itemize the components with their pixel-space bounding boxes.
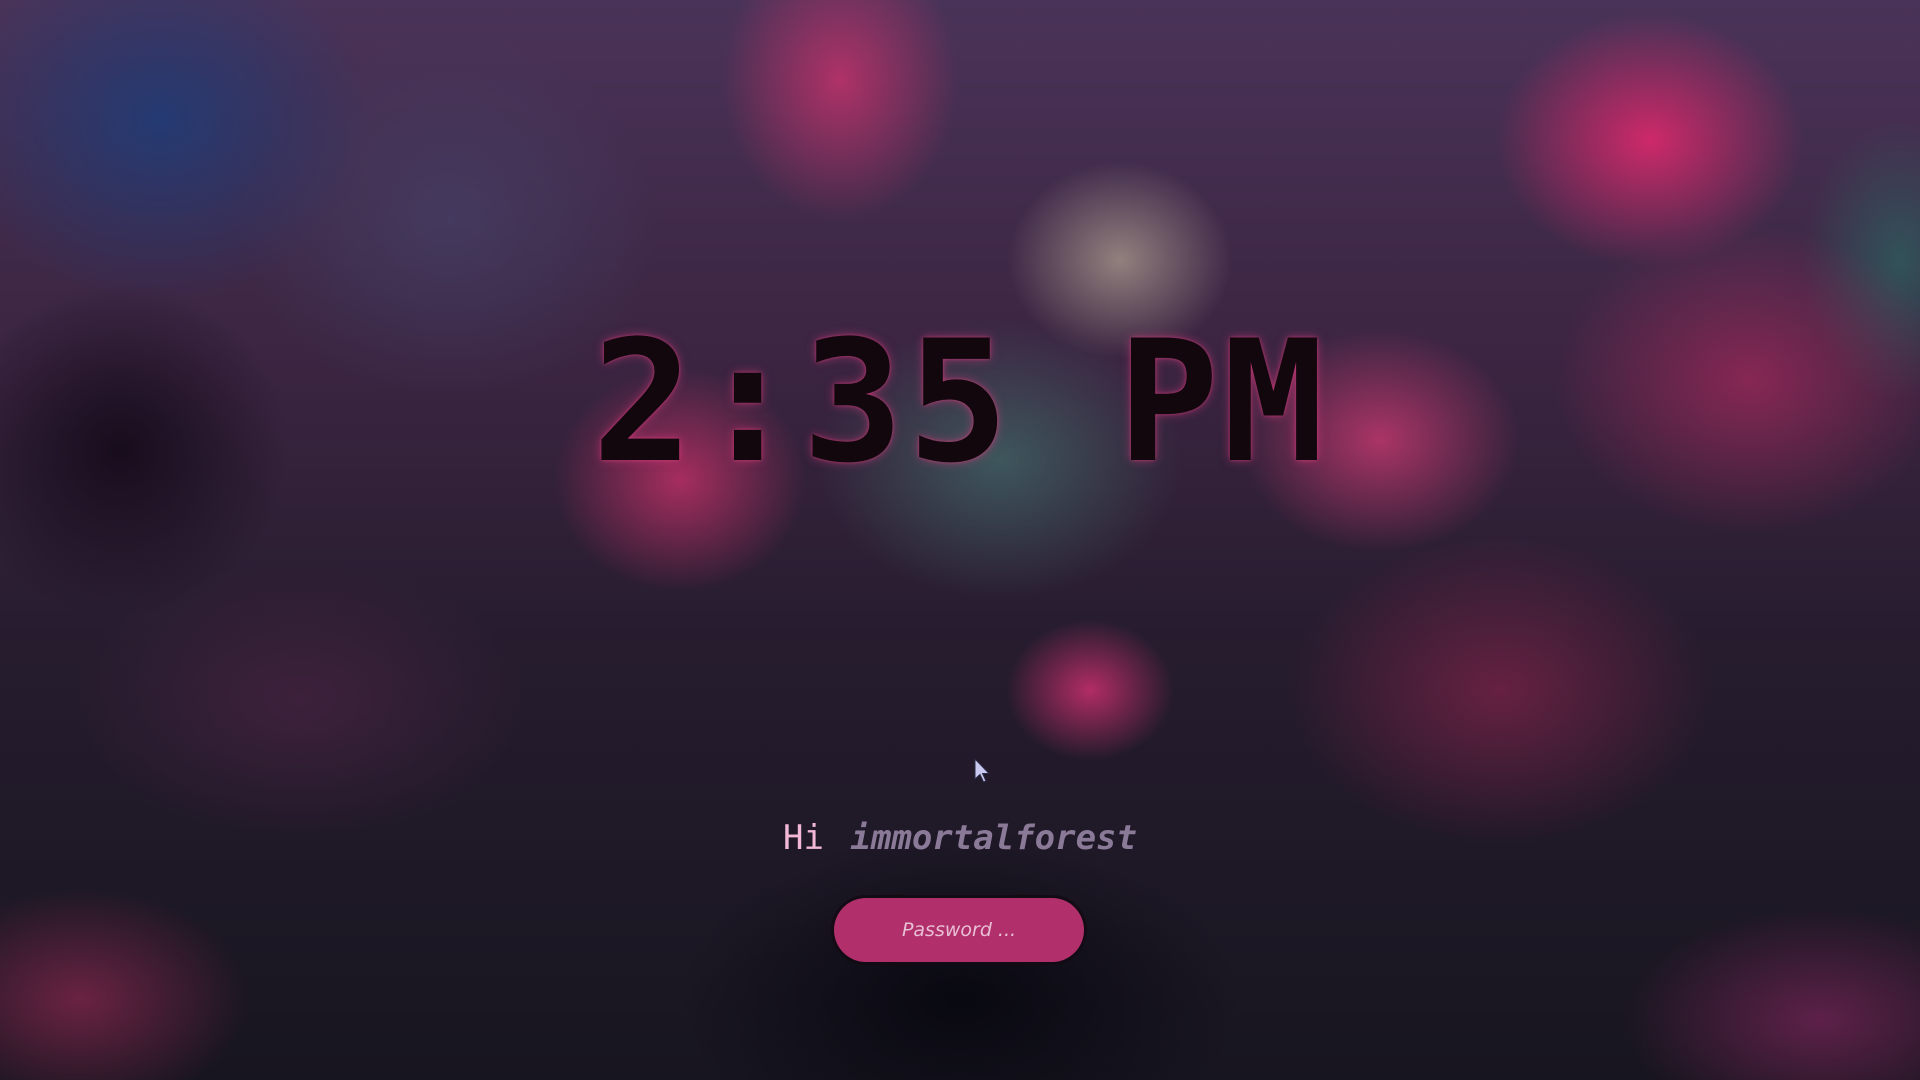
greeting: Hi immortalforest [0,814,1920,862]
password-input[interactable] [847,918,1071,942]
password-field-container[interactable] [834,898,1084,962]
username: immortalforest [850,818,1137,858]
mouse-pointer-icon [974,758,991,783]
clock-time: 2:35 PM [591,304,1328,500]
lock-screen: 2:35 PM Hi immortalforest [0,0,1920,1080]
greeting-prefix: Hi [782,818,824,858]
